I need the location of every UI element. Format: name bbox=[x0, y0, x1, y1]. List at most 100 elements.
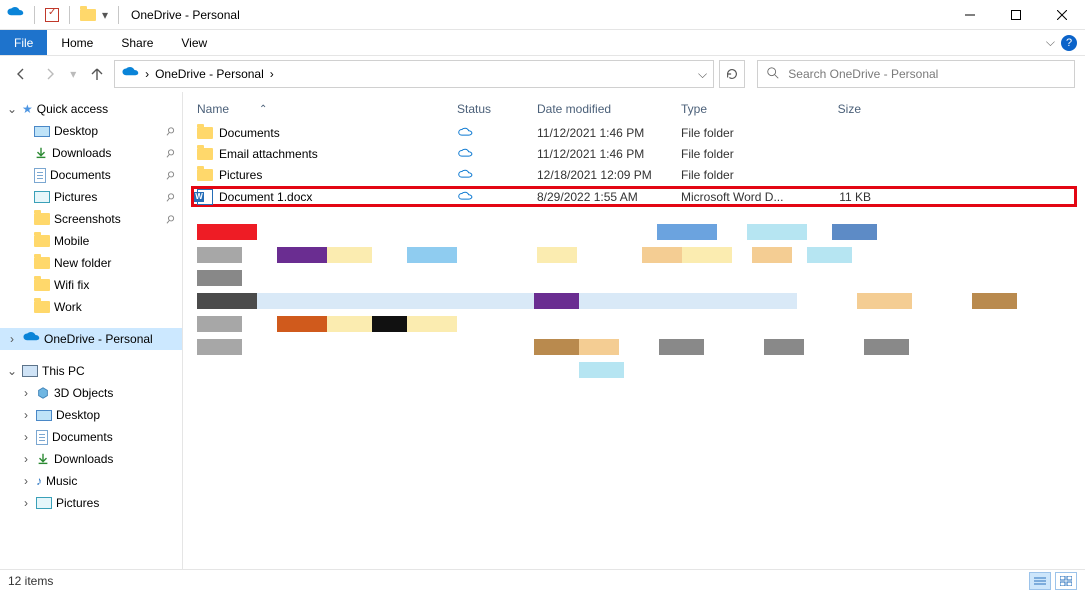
chevron-right-icon[interactable]: › bbox=[20, 408, 32, 422]
chevron-right-icon[interactable]: › bbox=[20, 386, 32, 400]
column-status[interactable]: Status bbox=[457, 102, 537, 116]
forward-button[interactable] bbox=[38, 62, 60, 86]
column-type[interactable]: Type bbox=[681, 102, 801, 116]
recent-locations-button[interactable]: ▾ bbox=[67, 62, 80, 86]
3dobjects-icon bbox=[36, 386, 50, 400]
chevron-right-icon[interactable]: › bbox=[20, 452, 32, 466]
redacted-row bbox=[197, 221, 1071, 243]
tree-label: Work bbox=[54, 300, 82, 314]
breadcrumb[interactable]: OneDrive - Personal bbox=[155, 67, 264, 81]
folder-icon bbox=[34, 279, 50, 291]
status-icon bbox=[457, 168, 537, 182]
tree-thispc-item[interactable]: ›Documents bbox=[0, 426, 182, 448]
tree-quick-access[interactable]: ⌄ ★ Quick access bbox=[0, 98, 182, 120]
ribbon-collapse-icon[interactable]: ⌵ bbox=[1046, 35, 1055, 50]
tree-quick-item[interactable]: Downloads⚲ bbox=[0, 142, 182, 164]
chevron-right-icon[interactable]: › bbox=[20, 496, 32, 510]
tree-label: Downloads bbox=[54, 452, 113, 466]
file-type: File folder bbox=[681, 168, 801, 182]
chevron-right-icon[interactable] bbox=[145, 67, 149, 81]
column-size[interactable]: Size bbox=[801, 102, 871, 116]
file-row[interactable]: Document 1.docx8/29/2022 1:55 AMMicrosof… bbox=[191, 186, 1077, 207]
redacted-block bbox=[912, 293, 972, 309]
window-minimize-button[interactable] bbox=[947, 0, 993, 30]
tab-share[interactable]: Share bbox=[107, 30, 167, 55]
tree-quick-item[interactable]: Pictures⚲ bbox=[0, 186, 182, 208]
chevron-right-icon[interactable]: › bbox=[20, 474, 32, 488]
redacted-row bbox=[197, 267, 1071, 289]
tree-thispc-item[interactable]: ›Pictures bbox=[0, 492, 182, 514]
tree-quick-item[interactable]: Work bbox=[0, 296, 182, 318]
tree-quick-item[interactable]: Screenshots⚲ bbox=[0, 208, 182, 230]
file-list: Name ⌃ Status Date modified Type Size Do… bbox=[183, 92, 1085, 569]
tree-onedrive[interactable]: › OneDrive - Personal bbox=[0, 328, 182, 350]
music-icon: ♪ bbox=[36, 474, 42, 488]
tree-label: 3D Objects bbox=[54, 386, 113, 400]
column-name[interactable]: Name ⌃ bbox=[197, 102, 457, 116]
redacted-row bbox=[197, 313, 1071, 335]
window-close-button[interactable] bbox=[1039, 0, 1085, 30]
qat-folder-icon[interactable] bbox=[80, 9, 96, 21]
tree-this-pc[interactable]: ⌄ This PC bbox=[0, 360, 182, 382]
file-row[interactable]: Documents11/12/2021 1:46 PMFile folder bbox=[197, 122, 1071, 143]
redacted-block bbox=[197, 293, 257, 309]
redacted-row bbox=[197, 244, 1071, 266]
file-row[interactable]: Pictures12/18/2021 12:09 PMFile folder bbox=[197, 164, 1071, 185]
redacted-block bbox=[747, 224, 807, 240]
back-button[interactable] bbox=[10, 62, 32, 86]
window-maximize-button[interactable] bbox=[993, 0, 1039, 30]
pictures-icon bbox=[36, 497, 52, 509]
tab-view[interactable]: View bbox=[167, 30, 221, 55]
file-row[interactable]: Email attachments11/12/2021 1:46 PMFile … bbox=[197, 143, 1071, 164]
redacted-block bbox=[197, 247, 242, 263]
up-button[interactable] bbox=[86, 62, 108, 86]
chevron-right-icon[interactable]: › bbox=[20, 430, 32, 444]
file-name: Document 1.docx bbox=[219, 190, 457, 204]
qat-properties-icon[interactable]: ✓ bbox=[45, 8, 59, 22]
tab-home[interactable]: Home bbox=[47, 30, 107, 55]
pin-icon: ⚲ bbox=[163, 189, 178, 204]
chevron-down-icon[interactable]: ⌄ bbox=[6, 364, 18, 378]
tree-quick-item[interactable]: Wifi fix bbox=[0, 274, 182, 296]
redacted-block bbox=[534, 339, 579, 355]
downloads-icon bbox=[36, 452, 50, 466]
tree-thispc-item[interactable]: › Downloads bbox=[0, 448, 182, 470]
help-button[interactable]: ? bbox=[1061, 35, 1077, 51]
ribbon-tabs: File Home Share View ⌵ ? bbox=[0, 30, 1085, 56]
file-date: 11/12/2021 1:46 PM bbox=[537, 147, 681, 161]
chevron-right-icon[interactable] bbox=[270, 67, 274, 81]
column-date[interactable]: Date modified bbox=[537, 102, 681, 116]
redacted-block bbox=[659, 339, 704, 355]
status-icon bbox=[457, 190, 537, 204]
tree-quick-item[interactable]: Mobile bbox=[0, 230, 182, 252]
search-input[interactable]: Search OneDrive - Personal bbox=[757, 60, 1075, 88]
view-details-button[interactable] bbox=[1029, 572, 1051, 590]
address-dropdown-icon[interactable]: ⌵ bbox=[698, 67, 707, 82]
redacted-block bbox=[704, 339, 764, 355]
redacted-block bbox=[579, 339, 619, 355]
tree-quick-item[interactable]: Documents⚲ bbox=[0, 164, 182, 186]
window-titlebar: ✓ ▾ OneDrive - Personal bbox=[0, 0, 1085, 30]
tree-quick-item[interactable]: Desktop⚲ bbox=[0, 120, 182, 142]
tab-file[interactable]: File bbox=[0, 30, 47, 55]
chevron-down-icon[interactable]: ⌄ bbox=[6, 102, 18, 116]
redacted-block bbox=[972, 293, 1017, 309]
folder-icon bbox=[34, 213, 50, 225]
tree-label: Documents bbox=[50, 168, 111, 182]
view-thumbnails-button[interactable] bbox=[1055, 572, 1077, 590]
chevron-right-icon[interactable]: › bbox=[6, 332, 18, 346]
tree-label: Desktop bbox=[56, 408, 100, 422]
tree-thispc-item[interactable]: ›♪Music bbox=[0, 470, 182, 492]
qat-dropdown-icon[interactable]: ▾ bbox=[102, 8, 108, 22]
tree-quick-item[interactable]: New folder bbox=[0, 252, 182, 274]
nav-tree: ⌄ ★ Quick access Desktop⚲Downloads⚲Docum… bbox=[0, 92, 183, 569]
tree-thispc-item[interactable]: › Desktop bbox=[0, 404, 182, 426]
tree-thispc-item[interactable]: › 3D Objects bbox=[0, 382, 182, 404]
redacted-block bbox=[277, 316, 327, 332]
address-bar[interactable]: OneDrive - Personal ⌵ bbox=[114, 60, 714, 88]
redacted-row bbox=[197, 336, 1071, 358]
redacted-block bbox=[197, 339, 242, 355]
refresh-button[interactable] bbox=[719, 60, 745, 88]
redacted-block bbox=[197, 362, 534, 378]
redacted-block bbox=[372, 316, 407, 332]
